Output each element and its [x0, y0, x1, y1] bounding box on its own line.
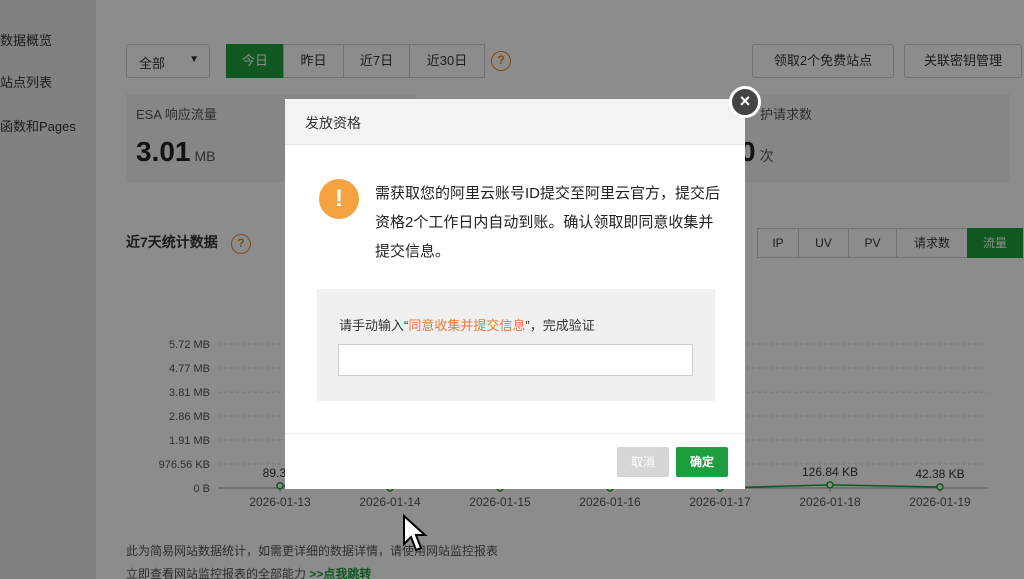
- verify-phrase: 同意收集并提交信息: [408, 318, 526, 333]
- confirm-button[interactable]: 确定: [676, 447, 728, 477]
- qualification-modal: 发放资格 ! 需获取您的阿里云账号ID提交至阿里云官方，提交后资格2个工作日内自…: [285, 99, 745, 489]
- cancel-button[interactable]: 取消: [617, 447, 669, 477]
- modal-footer: 取消 确定: [285, 433, 745, 489]
- verify-label: 请手动输入“同意收集并提交信息”，完成验证: [339, 318, 595, 333]
- verify-input[interactable]: [338, 344, 693, 376]
- close-icon[interactable]: ×: [729, 86, 761, 118]
- modal-header: 发放资格: [285, 99, 745, 145]
- modal-title: 发放资格: [305, 115, 361, 131]
- warning-icon: !: [319, 179, 359, 219]
- mouse-cursor-icon: [403, 514, 428, 552]
- verify-box: 请手动输入“同意收集并提交信息”，完成验证: [317, 289, 715, 401]
- modal-message: 需获取您的阿里云账号ID提交至阿里云官方，提交后资格2个工作日内自动到账。确认领…: [375, 185, 721, 260]
